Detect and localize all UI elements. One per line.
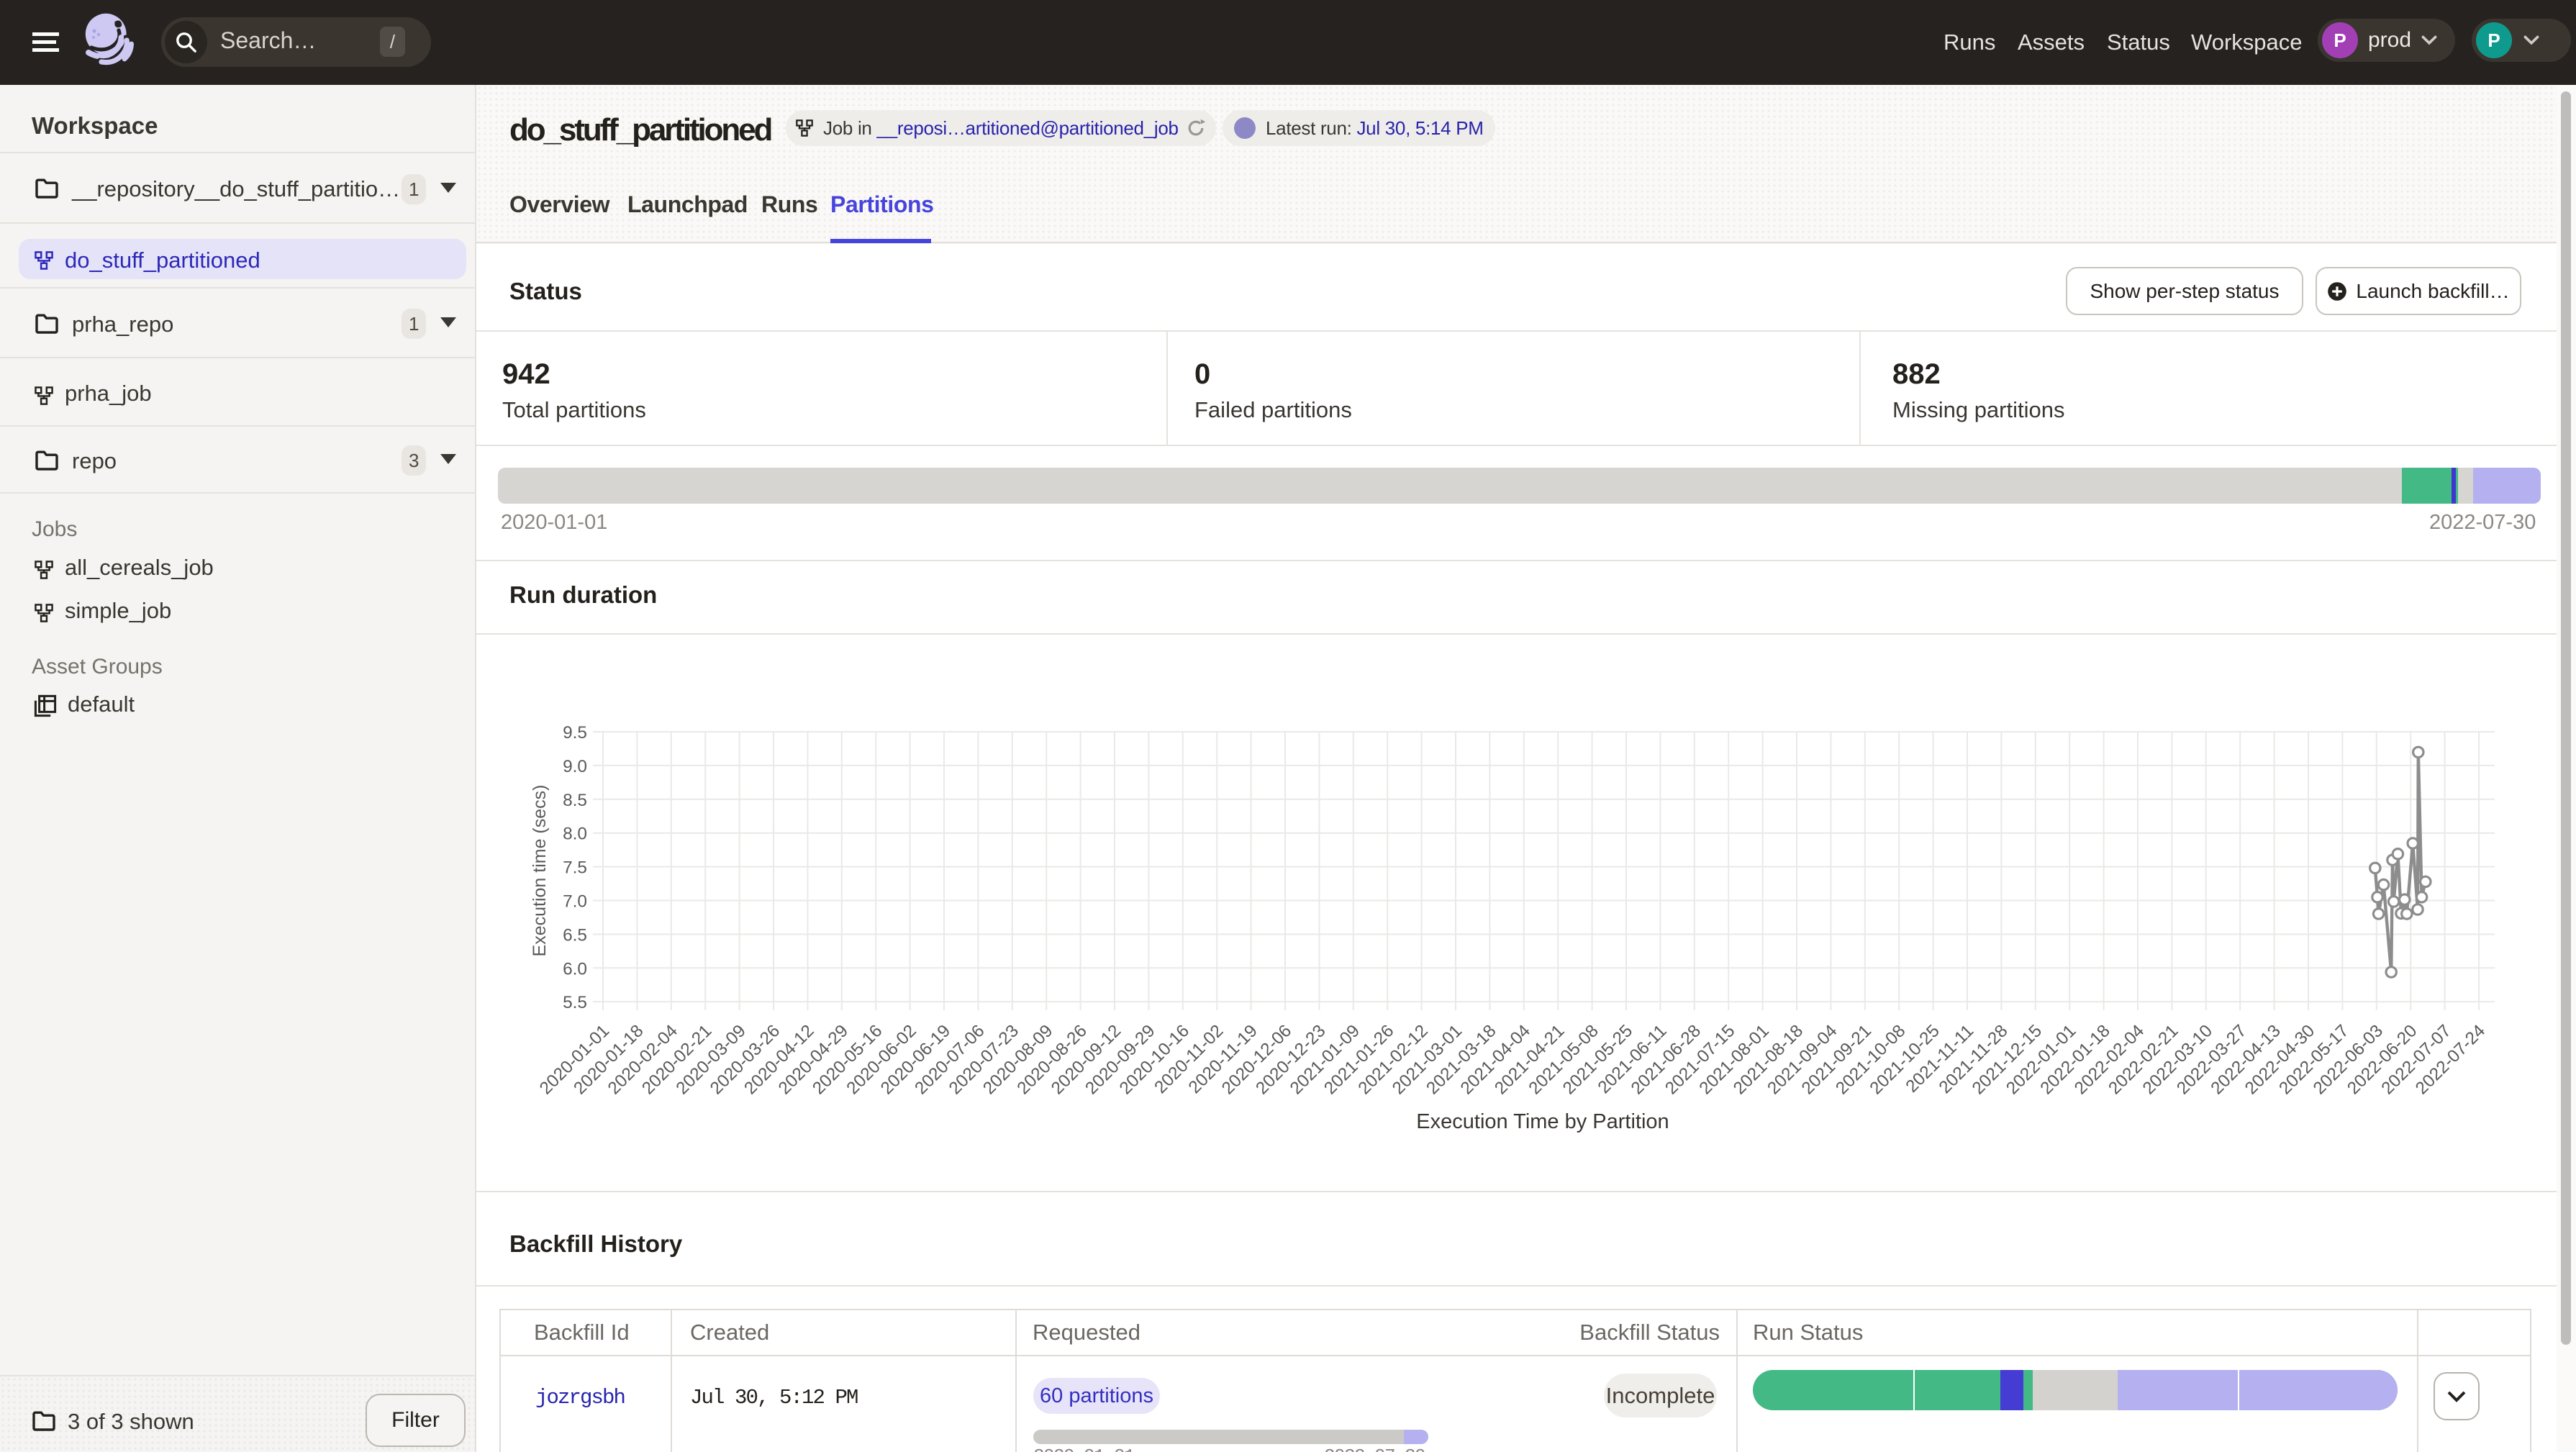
svg-text:Execution Time by Partition: Execution Time by Partition: [1416, 1110, 1669, 1133]
svg-text:5.5: 5.5: [563, 993, 587, 1012]
svg-text:6.5: 6.5: [563, 925, 587, 945]
svg-text:7.0: 7.0: [563, 892, 587, 912]
svg-text:9.0: 9.0: [563, 757, 587, 776]
svg-text:9.5: 9.5: [563, 723, 587, 743]
svg-text:8.5: 8.5: [563, 791, 587, 810]
svg-text:Execution time (secs): Execution time (secs): [530, 785, 550, 957]
svg-text:8.0: 8.0: [563, 825, 587, 844]
svg-text:7.5: 7.5: [563, 858, 587, 878]
svg-text:6.0: 6.0: [563, 959, 587, 979]
